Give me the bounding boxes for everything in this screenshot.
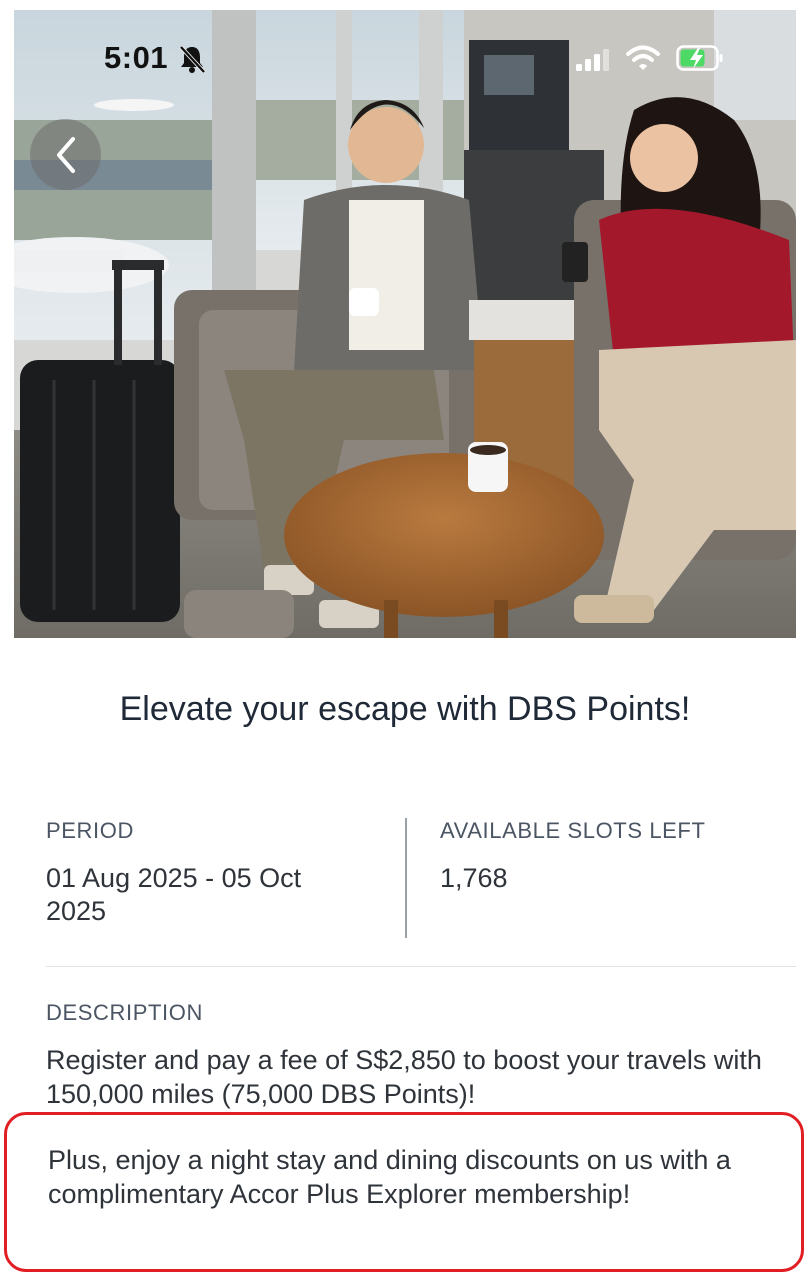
period-value: 01 Aug 2025 - 05 Oct 2025 <box>46 863 302 926</box>
slots-label: AVAILABLE SLOTS LEFT <box>440 818 706 843</box>
period-section: PERIOD 01 Aug 2025 - 05 Oct 2025 <box>46 818 366 928</box>
vertical-divider <box>405 818 407 938</box>
description-highlight-text: Plus, enjoy a night stay and dining disc… <box>48 1145 731 1209</box>
period-label: PERIOD <box>46 818 134 843</box>
lounge-photo <box>14 10 796 638</box>
chevron-left-icon <box>56 136 75 173</box>
page-title: Elevate your escape with DBS Points! <box>119 690 691 728</box>
status-bar-time: 5:01 <box>104 40 169 75</box>
slots-section: AVAILABLE SLOTS LEFT 1,768 <box>440 818 790 895</box>
offer-detail-screen: 5:01 Elevate your escape with DBS Points… <box>0 0 810 1280</box>
battery-charging-icon <box>676 45 723 71</box>
back-button[interactable] <box>30 119 101 190</box>
bell-slash-icon <box>179 45 206 74</box>
cellular-signal-icon <box>576 49 609 71</box>
horizontal-divider <box>46 966 796 967</box>
wifi-icon <box>626 45 660 70</box>
offer-info-row: PERIOD 01 Aug 2025 - 05 Oct 2025 AVAILAB… <box>46 818 796 940</box>
hero-image <box>14 10 796 638</box>
description-text: Register and pay a fee of S$2,850 to boo… <box>46 1045 762 1109</box>
description-label: DESCRIPTION <box>46 1000 203 1025</box>
slots-value: 1,768 <box>440 863 508 893</box>
